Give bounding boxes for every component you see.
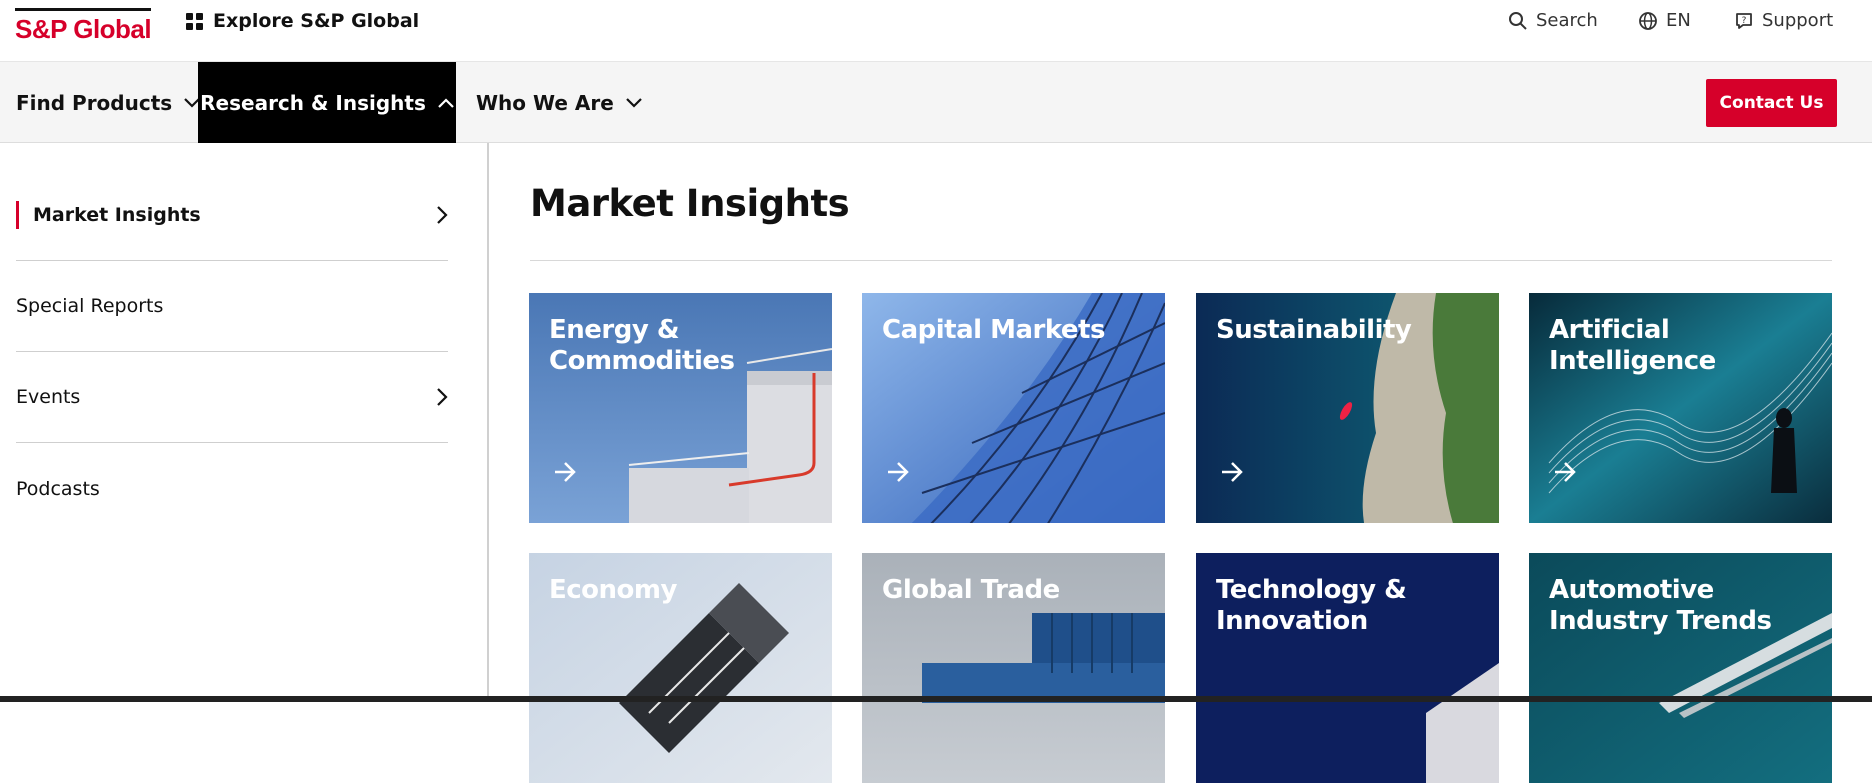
globe-icon — [1639, 11, 1657, 30]
search-label: Search — [1536, 10, 1598, 31]
explore-button[interactable]: Explore S&P Global — [186, 10, 419, 32]
top-bar: S&P Global Explore S&P Global Search EN … — [0, 0, 1872, 62]
sidebar-item-events[interactable]: Events — [16, 352, 448, 443]
language-label: EN — [1666, 10, 1691, 31]
card-energy-commodities[interactable]: Energy & Commodities — [529, 293, 832, 523]
arrow-right-icon — [888, 462, 909, 482]
main-nav: Find Products Research & Insights Who We… — [0, 62, 1872, 143]
viewport-bottom-edge — [0, 696, 1872, 702]
support-button[interactable]: ? Support — [1734, 10, 1833, 31]
search-icon — [1509, 11, 1527, 30]
explore-label: Explore S&P Global — [213, 10, 420, 32]
card-economy[interactable]: Economy — [529, 553, 832, 783]
card-title: Automotive Industry Trends — [1549, 575, 1772, 636]
chevron-down-icon — [626, 97, 642, 108]
nav-label: Research & Insights — [200, 90, 426, 115]
contact-us-button[interactable]: Contact Us — [1706, 79, 1837, 127]
nav-label: Who We Are — [476, 90, 614, 115]
card-technology-innovation[interactable]: Technology & Innovation — [1196, 553, 1499, 783]
card-artificial-intelligence[interactable]: Artificial Intelligence — [1529, 293, 1832, 523]
nav-find-products[interactable]: Find Products — [16, 62, 200, 143]
sidebar-item-label: Special Reports — [16, 295, 164, 317]
card-title: Sustainability — [1216, 315, 1412, 345]
arrow-right-icon — [1555, 462, 1576, 482]
nav-label: Find Products — [16, 90, 173, 115]
card-title: Capital Markets — [882, 315, 1105, 345]
sidebar-item-podcasts[interactable]: Podcasts — [16, 443, 448, 534]
chevron-right-icon — [437, 206, 448, 224]
card-global-trade[interactable]: Global Trade — [862, 553, 1165, 783]
sp-global-logo[interactable]: S&P Global — [15, 8, 152, 44]
sidebar-item-label: Podcasts — [16, 477, 100, 500]
sidebar-item-market-insights[interactable]: Market Insights — [16, 170, 448, 261]
title-divider — [530, 260, 1832, 261]
support-label: Support — [1762, 10, 1834, 31]
page-title: Market Insights — [530, 182, 850, 225]
active-indicator — [16, 201, 19, 229]
card-title: Economy — [549, 575, 677, 605]
sidebar-item-label: Events — [16, 386, 81, 408]
sidebar-item-label: Market Insights — [33, 204, 201, 226]
svg-text:?: ? — [1742, 16, 1747, 26]
card-title: Technology & Innovation — [1216, 575, 1407, 636]
card-title: Artificial Intelligence — [1549, 315, 1716, 376]
sidebar-item-special-reports[interactable]: Special Reports — [16, 261, 448, 352]
nav-research-insights[interactable]: Research & Insights — [198, 62, 456, 143]
card-capital-markets[interactable]: Capital Markets — [862, 293, 1165, 523]
card-title: Energy & Commodities — [549, 315, 735, 376]
arrow-right-icon — [1222, 462, 1243, 482]
chevron-up-icon — [438, 97, 454, 108]
sidebar: Market Insights Special Reports Events P… — [0, 143, 489, 702]
card-automotive-industry-trends[interactable]: Automotive Industry Trends — [1529, 553, 1832, 783]
arrow-right-icon — [555, 462, 576, 482]
language-selector[interactable]: EN — [1638, 10, 1691, 31]
chevron-right-icon — [437, 388, 448, 406]
card-title: Global Trade — [882, 575, 1060, 605]
grid-icon — [186, 12, 203, 30]
support-icon: ? — [1736, 12, 1752, 29]
card-sustainability[interactable]: Sustainability — [1196, 293, 1499, 523]
nav-who-we-are[interactable]: Who We Are — [476, 62, 642, 143]
search-button[interactable]: Search — [1508, 10, 1598, 31]
